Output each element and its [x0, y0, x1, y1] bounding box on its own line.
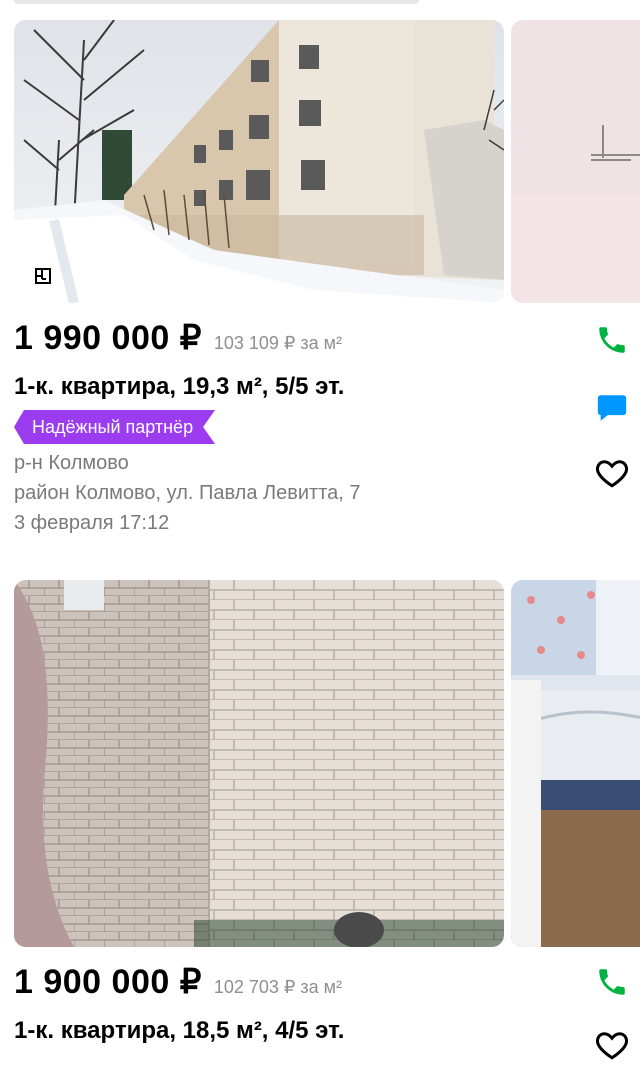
listing-card[interactable]: 1 900 000 ₽ 102 703 ₽ за м² 1-к. квартир…	[0, 580, 640, 1060]
listing-title[interactable]: 1-к. квартира, 18,5 м², 4/5 эт.	[14, 1017, 344, 1045]
address: район Колмово, ул. Павла Левитта, 7	[14, 482, 361, 504]
listing-photo-next[interactable]	[511, 580, 640, 947]
interior-photo	[511, 20, 640, 303]
district: р-н Колмово	[14, 452, 129, 474]
bedroom-photo	[511, 580, 640, 947]
listing-photo-main[interactable]	[14, 580, 504, 947]
heart-icon[interactable]	[592, 1025, 632, 1065]
price: 1 900 000 ₽	[14, 963, 202, 1001]
heart-icon[interactable]	[592, 453, 632, 493]
building-photo	[14, 20, 504, 303]
previous-card-edge	[14, 0, 419, 4]
publish-date: 3 февраля 17:12	[14, 512, 170, 534]
photo-carousel[interactable]	[14, 20, 640, 303]
listing-photo-main[interactable]	[14, 20, 504, 303]
photo-carousel[interactable]	[14, 580, 640, 947]
phone-icon[interactable]	[592, 962, 632, 1002]
price-row: 1 900 000 ₽ 102 703 ₽ за м²	[14, 962, 342, 1002]
bathroom-photo	[14, 580, 504, 947]
chat-icon[interactable]	[592, 388, 632, 428]
floor-plan-icon[interactable]	[28, 261, 58, 291]
price: 1 990 000 ₽	[14, 319, 202, 357]
price-per-m2: 102 703 ₽ за м²	[213, 977, 342, 997]
trusted-partner-badge: Надёжный партнёр	[14, 410, 215, 444]
price-row: 1 990 000 ₽ 103 109 ₽ за м²	[14, 318, 342, 358]
phone-icon[interactable]	[592, 320, 632, 360]
listing-card[interactable]: 1 990 000 ₽ 103 109 ₽ за м² 1-к. квартир…	[0, 20, 640, 560]
listing-photo-next[interactable]	[511, 20, 640, 303]
price-per-m2: 103 109 ₽ за м²	[213, 333, 342, 353]
listing-title[interactable]: 1-к. квартира, 19,3 м², 5/5 эт.	[14, 373, 344, 401]
